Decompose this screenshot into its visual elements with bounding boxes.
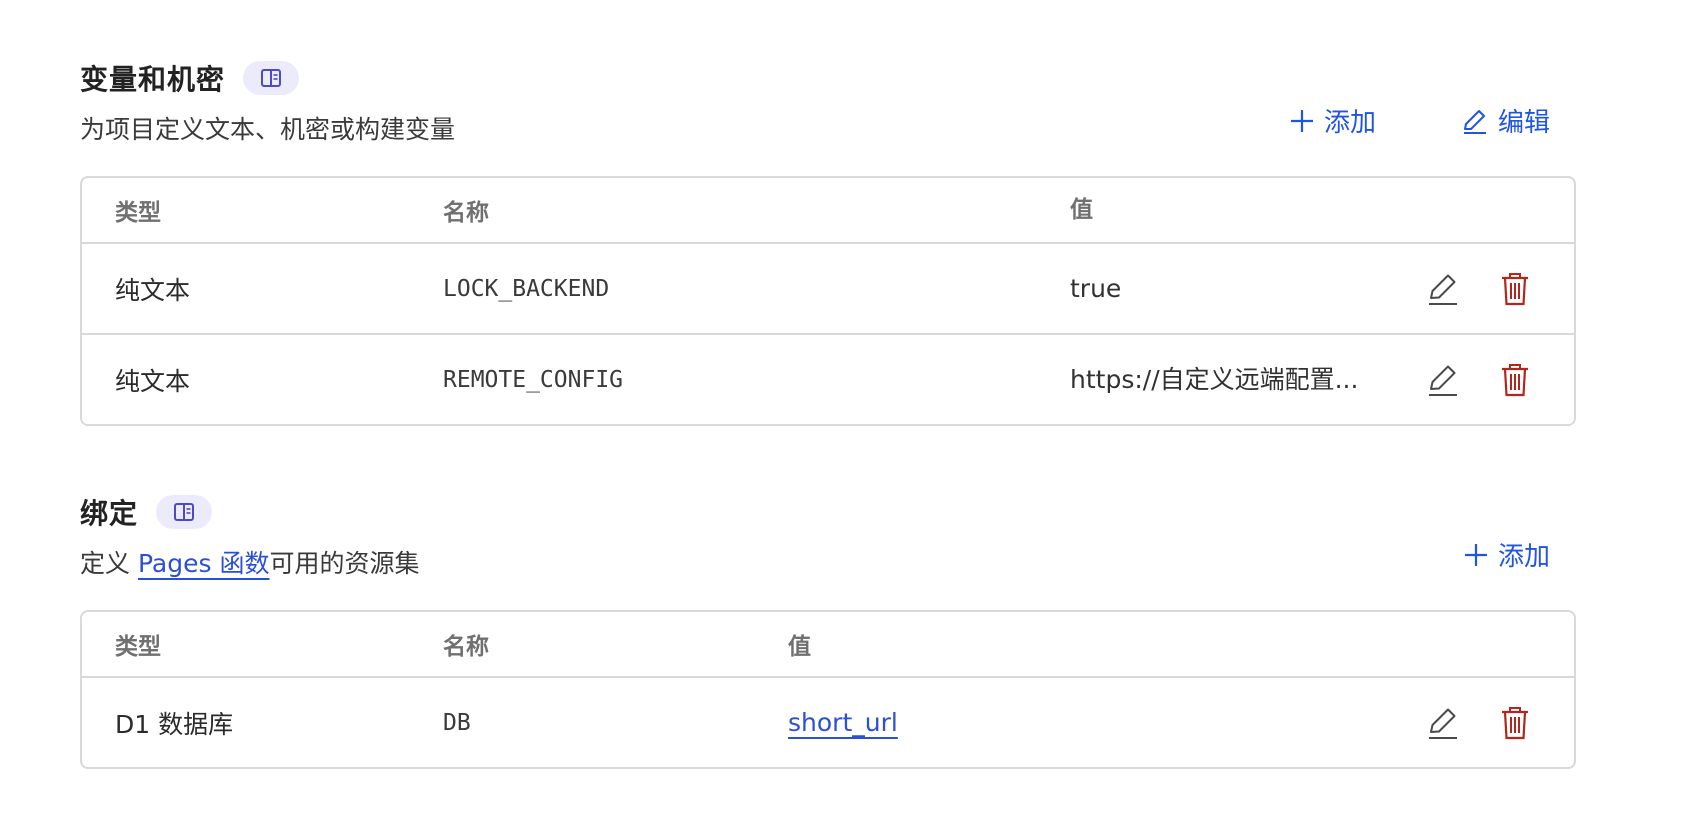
pencil-icon [1429, 274, 1457, 305]
pages-functions-link[interactable]: Pages 函数 [138, 549, 270, 578]
edit-row-button[interactable] [1426, 271, 1460, 307]
pencil-icon [1429, 708, 1457, 739]
bindings-table: 类型 名称 值 D1 数据库 DB short_url [80, 610, 1576, 769]
add-binding-label: 添加 [1497, 542, 1550, 572]
edit-variables-button[interactable]: 编辑 [1462, 102, 1550, 139]
variable-value: https://自定义远端配置... [1070, 365, 1359, 394]
delete-row-button[interactable] [1498, 362, 1532, 398]
binding-value-cell: short_url [788, 678, 898, 767]
edit-row-button[interactable] [1426, 362, 1460, 398]
variables-table: 类型 名称 值 纯文本 LOCK_BACKEND true 纯文本 REMOTE… [80, 176, 1576, 426]
variable-name: LOCK_BACKEND [443, 275, 610, 302]
table-row: 纯文本 REMOTE_CONFIG https://自定义远端配置... [82, 333, 1574, 424]
book-icon [261, 69, 282, 87]
column-header-value: 值 [1070, 197, 1093, 223]
edit-variables-label: 编辑 [1497, 108, 1550, 138]
delete-row-button[interactable] [1498, 705, 1532, 741]
bindings-header: 绑定 定义 Pages 函数可用的资源集 添加 [80, 492, 1580, 602]
edit-row-button[interactable] [1426, 705, 1460, 741]
variable-value: true [1070, 274, 1122, 303]
bindings-subtitle: 定义 Pages 函数可用的资源集 [80, 544, 1580, 580]
bindings-title: 绑定 [80, 497, 139, 530]
trash-icon [1502, 706, 1528, 739]
table-header: 类型 名称 值 [82, 612, 1574, 676]
variable-type: 纯文本 [115, 275, 191, 305]
add-variable-label: 添加 [1323, 108, 1376, 138]
bindings-subtitle-suffix: 可用的资源集 [269, 549, 420, 578]
trash-icon [1502, 272, 1528, 305]
column-header-name: 名称 [443, 634, 489, 660]
add-variable-button[interactable]: 添加 [1290, 102, 1376, 139]
book-icon [174, 503, 195, 521]
variables-section: 变量和机密 为项目定义文本、机密或构建变量 添加 编辑 类型 名称 值 纯文本 … [80, 58, 1580, 426]
table-row: 纯文本 LOCK_BACKEND true [82, 242, 1574, 333]
variables-title: 变量和机密 [80, 63, 226, 96]
variable-type: 纯文本 [115, 366, 191, 396]
delete-row-button[interactable] [1498, 271, 1532, 307]
bindings-subtitle-prefix: 定义 [80, 549, 138, 578]
plus-icon [1464, 543, 1487, 566]
bindings-section: 绑定 定义 Pages 函数可用的资源集 添加 类型 名称 值 D1 数据库 D… [80, 492, 1580, 769]
table-row: D1 数据库 DB short_url [82, 676, 1574, 767]
plus-icon [1290, 109, 1313, 132]
variables-header: 变量和机密 为项目定义文本、机密或构建变量 添加 编辑 [80, 58, 1580, 168]
table-header: 类型 名称 值 [82, 178, 1574, 242]
docs-badge[interactable] [156, 495, 213, 529]
docs-badge[interactable] [243, 61, 300, 95]
column-header-name: 名称 [443, 200, 489, 226]
binding-type: D1 数据库 [115, 709, 234, 739]
pencil-icon [1463, 109, 1486, 134]
binding-name: DB [443, 709, 471, 736]
add-binding-button[interactable]: 添加 [1464, 536, 1550, 573]
column-header-type: 类型 [115, 200, 161, 226]
pencil-icon [1429, 365, 1457, 396]
column-header-type: 类型 [115, 634, 161, 660]
column-header-value: 值 [788, 634, 811, 660]
binding-value-link[interactable]: short_url [788, 708, 898, 737]
trash-icon [1502, 363, 1528, 396]
variable-name: REMOTE_CONFIG [443, 366, 624, 393]
